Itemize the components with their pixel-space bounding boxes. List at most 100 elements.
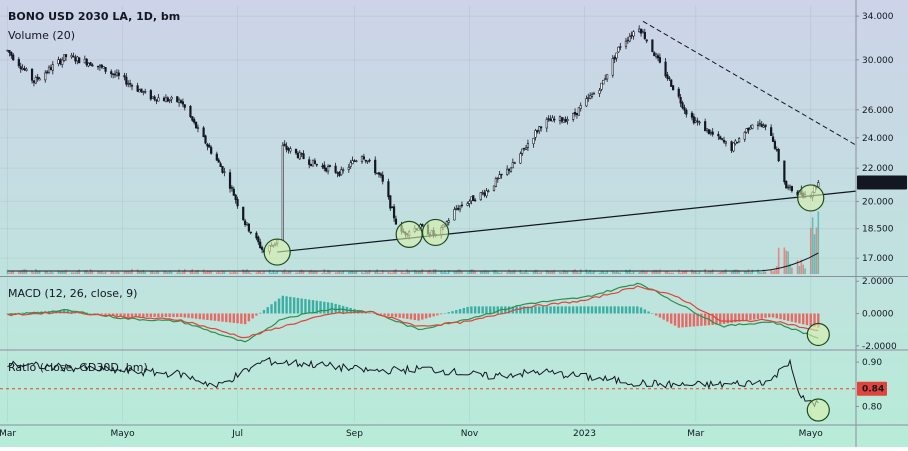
candle-body[interactable] (128, 83, 132, 85)
candle-body[interactable] (494, 178, 497, 187)
candle-body[interactable] (747, 127, 750, 131)
candle-body[interactable] (617, 46, 620, 53)
candle-body[interactable] (724, 141, 728, 144)
candle-body[interactable] (193, 119, 196, 123)
candle-body[interactable] (17, 59, 20, 67)
candle-body[interactable] (756, 124, 760, 127)
candle-body[interactable] (223, 171, 226, 173)
candle-body[interactable] (545, 119, 548, 129)
candle-body[interactable] (664, 61, 667, 77)
candle-body[interactable] (472, 195, 475, 202)
candle-body[interactable] (21, 67, 24, 70)
candle-body[interactable] (366, 160, 369, 163)
candle-body[interactable] (153, 96, 156, 100)
candle-body[interactable] (498, 174, 501, 179)
candle-body[interactable] (113, 73, 117, 76)
candle-body[interactable] (639, 28, 643, 34)
candle-body[interactable] (98, 65, 102, 68)
candle-body[interactable] (36, 76, 39, 80)
candle-body[interactable] (234, 194, 237, 200)
candle-body[interactable] (149, 90, 152, 100)
candle-body[interactable] (381, 174, 384, 182)
candle-body[interactable] (526, 143, 530, 148)
candle-body[interactable] (677, 88, 680, 97)
candle-body[interactable] (704, 121, 707, 132)
candle-body[interactable] (641, 31, 645, 34)
candle-body[interactable] (771, 136, 775, 142)
candle-body[interactable] (762, 125, 765, 128)
candle-body[interactable] (44, 72, 47, 81)
candle-body[interactable] (215, 153, 218, 161)
candle-body[interactable] (313, 160, 316, 164)
candle-body[interactable] (509, 167, 513, 172)
candle-body[interactable] (64, 54, 68, 58)
candle-body[interactable] (144, 91, 147, 93)
candle-body[interactable] (760, 124, 763, 127)
candle-body[interactable] (85, 58, 88, 66)
candle-body[interactable] (474, 199, 477, 202)
candle-body[interactable] (468, 201, 471, 204)
candle-body[interactable] (325, 167, 328, 172)
highlight-circle[interactable] (806, 398, 830, 422)
highlight-circle[interactable] (421, 218, 450, 247)
candle-body[interactable] (651, 39, 654, 52)
candle-body[interactable] (534, 130, 537, 138)
candle-body[interactable] (587, 97, 590, 99)
candle-body[interactable] (481, 192, 484, 194)
candle-body[interactable] (170, 97, 173, 100)
candle-body[interactable] (296, 152, 300, 158)
candle-body[interactable] (76, 56, 79, 62)
candle-body[interactable] (487, 190, 490, 192)
candle-body[interactable] (694, 120, 697, 123)
candle-body[interactable] (74, 57, 77, 62)
candle-body[interactable] (353, 160, 356, 162)
candle-body[interactable] (59, 59, 62, 65)
candle-body[interactable] (70, 55, 73, 58)
candle-body[interactable] (311, 159, 315, 167)
candle-body[interactable] (321, 165, 324, 168)
candle-body[interactable] (745, 128, 748, 133)
candle-body[interactable] (758, 122, 761, 125)
candle-body[interactable] (690, 112, 694, 118)
candle-body[interactable] (785, 181, 788, 189)
candle-body[interactable] (645, 39, 648, 42)
candle-body[interactable] (500, 173, 503, 176)
candle-body[interactable] (72, 55, 75, 58)
candle-body[interactable] (374, 159, 377, 174)
candle-body[interactable] (338, 171, 341, 176)
candle-body[interactable] (592, 93, 596, 95)
candle-body[interactable] (787, 186, 790, 189)
candle-body[interactable] (788, 185, 792, 188)
candle-body[interactable] (711, 131, 714, 135)
candle-body[interactable] (460, 204, 464, 207)
candle-body[interactable] (624, 40, 628, 47)
candle-body[interactable] (151, 96, 154, 99)
candle-body[interactable] (61, 59, 64, 65)
candle-body[interactable] (130, 85, 134, 87)
candle-body[interactable] (519, 153, 522, 164)
candle-body[interactable] (310, 163, 313, 166)
highlight-circle[interactable] (263, 238, 291, 266)
candle-body[interactable] (573, 111, 577, 115)
candle-body[interactable] (230, 187, 234, 189)
candle-body[interactable] (138, 89, 141, 93)
candle-body[interactable] (749, 127, 752, 130)
candle-body[interactable] (355, 160, 358, 162)
candle-body[interactable] (189, 106, 192, 118)
highlight-circle[interactable] (806, 322, 830, 347)
candle-body[interactable] (289, 148, 292, 152)
candle-body[interactable] (257, 236, 260, 243)
candle-body[interactable] (572, 113, 575, 120)
candle-body[interactable] (564, 118, 567, 123)
candle-body[interactable] (485, 190, 488, 197)
candle-body[interactable] (191, 116, 194, 121)
candle-body[interactable] (705, 128, 709, 131)
candle-body[interactable] (294, 148, 298, 154)
candle-body[interactable] (553, 118, 556, 121)
candle-body[interactable] (100, 64, 103, 68)
candle-body[interactable] (666, 74, 669, 79)
candle-body[interactable] (683, 107, 686, 111)
candle-body[interactable] (228, 172, 232, 189)
candle-body[interactable] (196, 127, 200, 129)
candle-body[interactable] (777, 149, 780, 162)
